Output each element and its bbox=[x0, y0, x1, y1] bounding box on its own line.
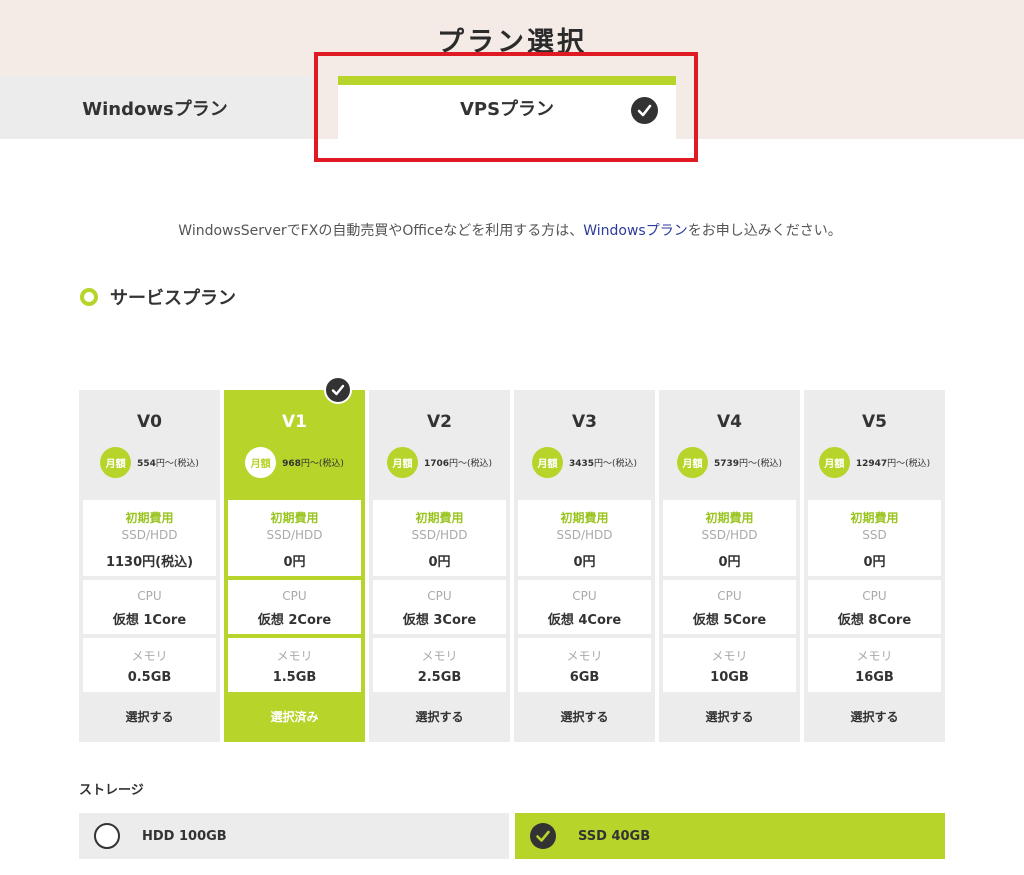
price-row: 月額 5739円～(税込) bbox=[659, 447, 800, 478]
plan-name: V4 bbox=[717, 412, 742, 432]
price: 5739円～(税込) bbox=[713, 459, 783, 469]
radio-empty-icon[interactable] bbox=[94, 823, 120, 849]
plan-card-v2[interactable]: V2 月額 1706円～(税込) 初期費用 SSD/HDD 0円 CPU 仮想 3Cor… bbox=[369, 390, 510, 742]
memory-cell: メモリ 2.5GB bbox=[373, 638, 506, 692]
monthly-badge: 月額 bbox=[531, 447, 563, 478]
notice-before: WindowsServerでFXの自動売買やOfficeなどを利用する方は、 bbox=[178, 223, 584, 239]
select-button[interactable]: 選択する bbox=[369, 708, 510, 725]
cpu-cell: CPU 仮想 8Core bbox=[808, 580, 941, 634]
monthly-badge: 月額 bbox=[818, 447, 850, 478]
price: 968円～(税込) bbox=[282, 459, 344, 469]
plan-list: V0 月額 554円～(税込) 初期費用 SSD/HDD 1130円(税込) CPU 仮… bbox=[79, 390, 945, 742]
cpu-cell: CPU 仮想 2Core bbox=[228, 580, 361, 634]
memory-cell: メモリ 1.5GB bbox=[228, 638, 361, 692]
memory-cell: メモリ 16GB bbox=[808, 638, 941, 692]
tab-vps-label: VPSプラン bbox=[459, 99, 555, 120]
storage-option-ssd[interactable]: SSD 40GB bbox=[515, 813, 945, 859]
tab-vps-plan[interactable]: VPSプラン bbox=[338, 76, 676, 139]
plan-name: V2 bbox=[427, 412, 452, 432]
plan-name: V1 bbox=[282, 412, 307, 432]
price-row: 月額 12947円～(税込) bbox=[804, 447, 945, 478]
initial-fee-cell: 初期費用 SSD/HDD 0円 bbox=[228, 500, 361, 576]
check-circle-icon bbox=[324, 376, 352, 404]
memory-cell: メモリ 10GB bbox=[663, 638, 796, 692]
price: 12947円～(税込) bbox=[855, 459, 931, 469]
windows-plan-link[interactable]: Windowsプラン bbox=[583, 223, 688, 239]
section-heading: サービスプラン bbox=[80, 284, 236, 310]
price: 554円～(税込) bbox=[137, 459, 199, 469]
selected-button[interactable]: 選択済み bbox=[224, 708, 365, 725]
select-button[interactable]: 選択する bbox=[804, 708, 945, 725]
check-circle-icon bbox=[631, 97, 658, 124]
monthly-badge: 月額 bbox=[100, 447, 132, 478]
plan-name: V3 bbox=[572, 412, 597, 432]
cpu-cell: CPU 仮想 5Core bbox=[663, 580, 796, 634]
plan-name: V0 bbox=[137, 412, 162, 432]
ring-icon bbox=[80, 288, 98, 306]
plan-name: V5 bbox=[862, 412, 887, 432]
memory-cell: メモリ 6GB bbox=[518, 638, 651, 692]
price-row: 月額 554円～(税込) bbox=[79, 447, 220, 478]
price-row: 月額 968円～(税込) bbox=[224, 447, 365, 478]
check-circle-icon[interactable] bbox=[530, 823, 556, 849]
tab-windows-label: Windowsプラン bbox=[82, 98, 228, 120]
storage-option-label: SSD 40GB bbox=[578, 828, 651, 844]
storage-option-hdd[interactable]: HDD 100GB bbox=[79, 813, 509, 859]
initial-fee-cell: 初期費用 SSD/HDD 0円 bbox=[663, 500, 796, 576]
initial-fee-cell: 初期費用 SSD/HDD 1130円(税込) bbox=[83, 500, 216, 576]
plan-card-v4[interactable]: V4 月額 5739円～(税込) 初期費用 SSD/HDD 0円 CPU 仮想 5Cor… bbox=[659, 390, 800, 742]
initial-fee-cell: 初期費用 SSD/HDD 0円 bbox=[518, 500, 651, 576]
memory-cell: メモリ 0.5GB bbox=[83, 638, 216, 692]
initial-fee-cell: 初期費用 SSD 0円 bbox=[808, 500, 941, 576]
select-button[interactable]: 選択する bbox=[659, 708, 800, 725]
section-title: サービスプラン bbox=[110, 288, 236, 309]
price: 3435円～(税込) bbox=[568, 459, 638, 469]
page-title: プラン選択 bbox=[437, 27, 587, 58]
cpu-cell: CPU 仮想 4Core bbox=[518, 580, 651, 634]
select-button[interactable]: 選択する bbox=[514, 708, 655, 725]
price-row: 月額 1706円～(税込) bbox=[369, 447, 510, 478]
price-row: 月額 3435円～(税込) bbox=[514, 447, 655, 478]
notice-text: WindowsServerでFXの自動売買やOfficeなどを利用する方は、Wi… bbox=[0, 220, 940, 240]
storage-option-label: HDD 100GB bbox=[142, 828, 227, 844]
plan-card-v3[interactable]: V3 月額 3435円～(税込) 初期費用 SSD/HDD 0円 CPU 仮想 4Cor… bbox=[514, 390, 655, 742]
cpu-cell: CPU 仮想 1Core bbox=[83, 580, 216, 634]
plan-card-v1[interactable]: V1 月額 968円～(税込) 初期費用 SSD/HDD 0円 CPU 仮想 2Core… bbox=[224, 390, 365, 742]
plan-card-v5[interactable]: V5 月額 12947円～(税込) 初期費用 SSD 0円 CPU 仮想 8Core メ… bbox=[804, 390, 945, 742]
plan-card-v0[interactable]: V0 月額 554円～(税込) 初期費用 SSD/HDD 1130円(税込) CPU 仮… bbox=[79, 390, 220, 742]
price: 1706円～(税込) bbox=[423, 459, 493, 469]
tab-windows-plan[interactable]: Windowsプラン bbox=[0, 76, 310, 139]
initial-fee-cell: 初期費用 SSD/HDD 0円 bbox=[373, 500, 506, 576]
monthly-badge: 月額 bbox=[386, 447, 418, 478]
notice-after: をお申し込みください。 bbox=[687, 223, 842, 239]
cpu-cell: CPU 仮想 3Core bbox=[373, 580, 506, 634]
select-button[interactable]: 選択する bbox=[79, 708, 220, 725]
storage-label: ストレージ bbox=[79, 783, 144, 798]
monthly-badge: 月額 bbox=[676, 447, 708, 478]
monthly-badge: 月額 bbox=[245, 447, 277, 478]
